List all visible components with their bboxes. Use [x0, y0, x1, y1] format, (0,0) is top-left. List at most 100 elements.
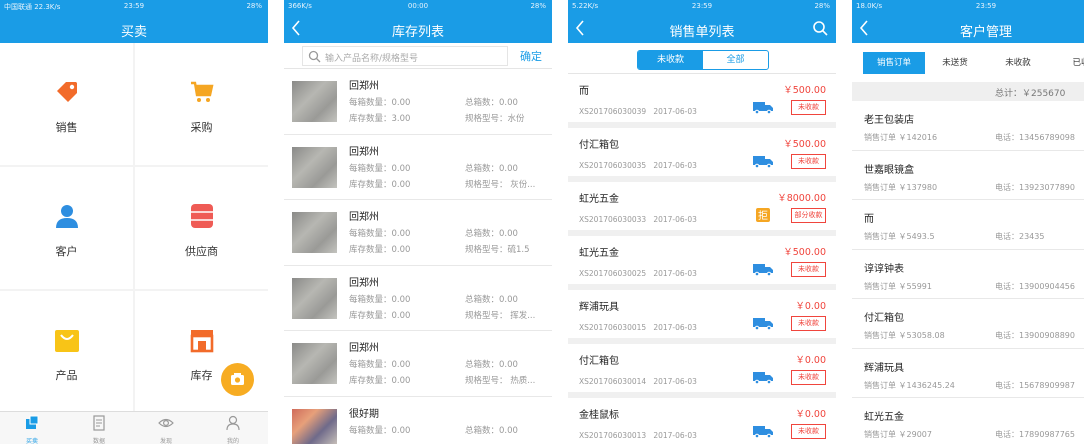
order-row[interactable]: 虹光五金 ￥8000.00 XS201706030033 2017-06-03 拒 部分… [568, 182, 836, 236]
person-icon [55, 205, 78, 228]
order-number: XS201706030035 [579, 161, 647, 170]
bottom-tab-bar: 买卖 数据 发现 我的 [0, 411, 268, 444]
customer-row[interactable]: 而销售订单 ￥5493.5 电话：23435 [852, 200, 1084, 250]
status-bar: 18.0K/s 23:59 [852, 0, 1084, 13]
order-number: XS201706030015 [579, 323, 647, 332]
product-name: 回郑州 [349, 146, 379, 158]
tab-buy-sell[interactable]: 买卖 [12, 415, 52, 444]
sales-order-total: 销售订单 ￥5493.5 [864, 232, 935, 241]
sales-order-total: 销售订单 ￥142016 [864, 133, 938, 142]
payment-status-badge: 未收款 [791, 100, 826, 115]
document-icon [93, 415, 105, 431]
inventory-row[interactable]: 回郑州 每箱数量：0.00 总箱数：0.00 库存数量：0.00 规格型号： 挥发... [284, 265, 552, 331]
inventory-row[interactable]: 很好期 每箱数量：0.00 总箱数：0.00 [284, 396, 552, 444]
total-boxes: 总箱数：0.00 [465, 98, 518, 108]
order-row[interactable]: 金桂鼠标 ￥0.00 XS201706030013 2017-06-03 未收款 [568, 398, 836, 444]
camera-fab-button[interactable] [221, 363, 254, 396]
tab-mine[interactable]: 我的 [213, 415, 253, 444]
grid-item-customer[interactable]: 客户 [0, 167, 133, 289]
search-bar: 输入产品名称/规格型号 确定 [284, 43, 552, 69]
sales-order-total: 销售订单 ￥55991 [864, 281, 932, 291]
search-input[interactable]: 输入产品名称/规格型号 [302, 46, 508, 66]
order-row[interactable]: 付汇箱包 ￥500.00 XS201706030035 2017-06-03 未收款 [568, 128, 836, 182]
customer-name: 付汇箱包 [579, 140, 619, 151]
truck-icon [753, 264, 773, 276]
tab-paid[interactable]: 已收 [1056, 52, 1084, 74]
buy-sell-icon [26, 415, 39, 429]
product-name: 回郑州 [349, 277, 379, 289]
order-date: 2017-06-03 [653, 269, 697, 278]
customer-name: 谆谆钟表 [864, 263, 904, 275]
sales-order-total: 销售订单 ￥29007 [864, 430, 932, 439]
truck-icon [753, 426, 773, 438]
grid-label: 销售 [55, 121, 78, 134]
order-number-date: XS201706030025 2017-06-03 [579, 269, 697, 278]
customer-row[interactable]: 老王包装店 销售订单 ￥142016 电话：13456789098 [852, 101, 1084, 151]
box-quantity: 每箱数量：0.00 [349, 229, 411, 239]
inventory-row[interactable]: 回郑州 每箱数量：0.00 总箱数：0.00 库存数量：3.00 规格型号：水份 [284, 69, 552, 135]
customer-row[interactable]: 虹光五金 销售订单 ￥29007 电话：17890987765 [852, 398, 1084, 444]
order-number-date: XS201706030039 2017-06-03 [579, 107, 697, 116]
tab-discover[interactable]: 发现 [146, 415, 186, 444]
grid-label: 供应商 [185, 245, 218, 258]
status-battery: 28% [246, 2, 262, 10]
order-date: 2017-06-03 [653, 215, 697, 224]
page-title: 销售单列表 [669, 25, 735, 40]
customer-row[interactable]: 付汇箱包 销售订单 ￥53058.08 电话：13900908890 [852, 299, 1084, 349]
order-number: XS201706030013 [579, 431, 647, 440]
customer-name: 世嘉眼镜盒 [864, 164, 914, 176]
order-row[interactable]: 而 ￥500.00 XS201706030039 2017-06-03 未收款 [568, 74, 836, 128]
order-row[interactable]: 虹光五金 ￥500.00 XS201706030025 2017-06-03 未收款 [568, 236, 836, 290]
product-name: 回郑州 [349, 81, 379, 92]
grid-item-product[interactable]: 产品 [0, 291, 133, 413]
grid-item-purchase[interactable]: 采购 [135, 43, 268, 165]
box-quantity: 每箱数量：0.00 [349, 360, 411, 370]
product-thumbnail [292, 212, 337, 253]
inventory-row[interactable]: 回郑州 每箱数量：0.00 总箱数：0.00 库存数量：0.00 规格型号： 热质... [284, 331, 552, 397]
total-boxes: 总箱数：0.00 [465, 425, 518, 436]
truck-icon [753, 156, 773, 168]
customer-management-screen: 18.0K/s 23:59 客户管理 销售订单 未送货 未收款 已收 总计：￥2… [852, 0, 1084, 444]
spec-model: 规格型号： 热质... [465, 376, 536, 386]
payment-status-badge: 未收款 [791, 424, 826, 439]
sales-order-list-screen: 5.22K/s 23:59 28% 销售单列表 未收款 全部 而 ￥500.00 X… [568, 0, 836, 444]
order-amount: ￥8000.00 [777, 193, 826, 204]
inventory-list-screen: 366K/s 00:00 28% 库存列表 输入产品名称/规格型号 确定 回郑州… [284, 0, 552, 444]
order-number-date: XS201706030013 2017-06-03 [579, 431, 697, 440]
sales-order-total: 销售订单 ￥53058.08 [864, 331, 945, 340]
tab-not-shipped[interactable]: 未送货 [930, 52, 980, 74]
tab-data[interactable]: 数据 [79, 415, 119, 444]
order-number: XS201706030039 [579, 107, 647, 116]
inventory-row[interactable]: 回郑州 每箱数量：0.00 总箱数：0.00 库存数量：0.00 规格型号：硫1.5 [284, 200, 552, 266]
spec-model: 规格型号：硫1.5 [465, 245, 530, 255]
status-time: 23:59 [975, 2, 997, 10]
spec-model: 规格型号： 灰份... [465, 179, 536, 190]
product-thumbnail [292, 146, 337, 188]
customer-row[interactable]: 谆谆钟表 销售订单 ￥55991 电话：13900904456 [852, 249, 1084, 299]
grid-item-sales[interactable]: 销售 [0, 43, 133, 165]
inventory-row[interactable]: 回郑州 每箱数量：0.00 总箱数：0.00 库存数量：0.00 规格型号： 灰份... [284, 134, 552, 200]
product-name: 回郑州 [349, 343, 379, 354]
product-thumbnail [292, 81, 337, 122]
status-bar: 5.22K/s 23:59 28% [568, 0, 836, 13]
customer-name: 而 [579, 86, 589, 97]
search-icon[interactable] [812, 20, 828, 36]
segment-unpaid[interactable]: 未收款 [638, 51, 703, 69]
order-row[interactable]: 付汇箱包 ￥0.00 XS201706030014 2017-06-03 未收款 [568, 344, 836, 398]
grid-item-supplier[interactable]: 供应商 [135, 167, 268, 289]
box-quantity: 每箱数量：0.00 [349, 425, 411, 436]
stock-quantity: 库存数量：3.00 [349, 114, 411, 124]
stock-quantity: 库存数量：0.00 [349, 245, 411, 255]
confirm-button[interactable]: 确定 [520, 48, 542, 64]
status-bar: 366K/s 00:00 28% [284, 0, 552, 13]
tab-unpaid[interactable]: 未收款 [990, 52, 1046, 74]
segment-all[interactable]: 全部 [703, 51, 768, 69]
order-row[interactable]: 辉浦玩具 ￥0.00 XS201706030015 2017-06-03 未收款 [568, 290, 836, 344]
order-amount: ￥0.00 [795, 409, 826, 420]
customer-row[interactable]: 辉浦玩具 销售订单 ￥1436245.24 电话：15678909987 [852, 348, 1084, 398]
tab-sales-orders[interactable]: 销售订单 [863, 52, 925, 74]
truck-icon [753, 318, 773, 330]
badge-text: 拒 [758, 209, 768, 222]
customer-phone: 电话：13900908890 [995, 331, 1075, 340]
customer-row[interactable]: 世嘉眼镜盒 销售订单 ￥137980 电话：13923077890 [852, 150, 1084, 200]
